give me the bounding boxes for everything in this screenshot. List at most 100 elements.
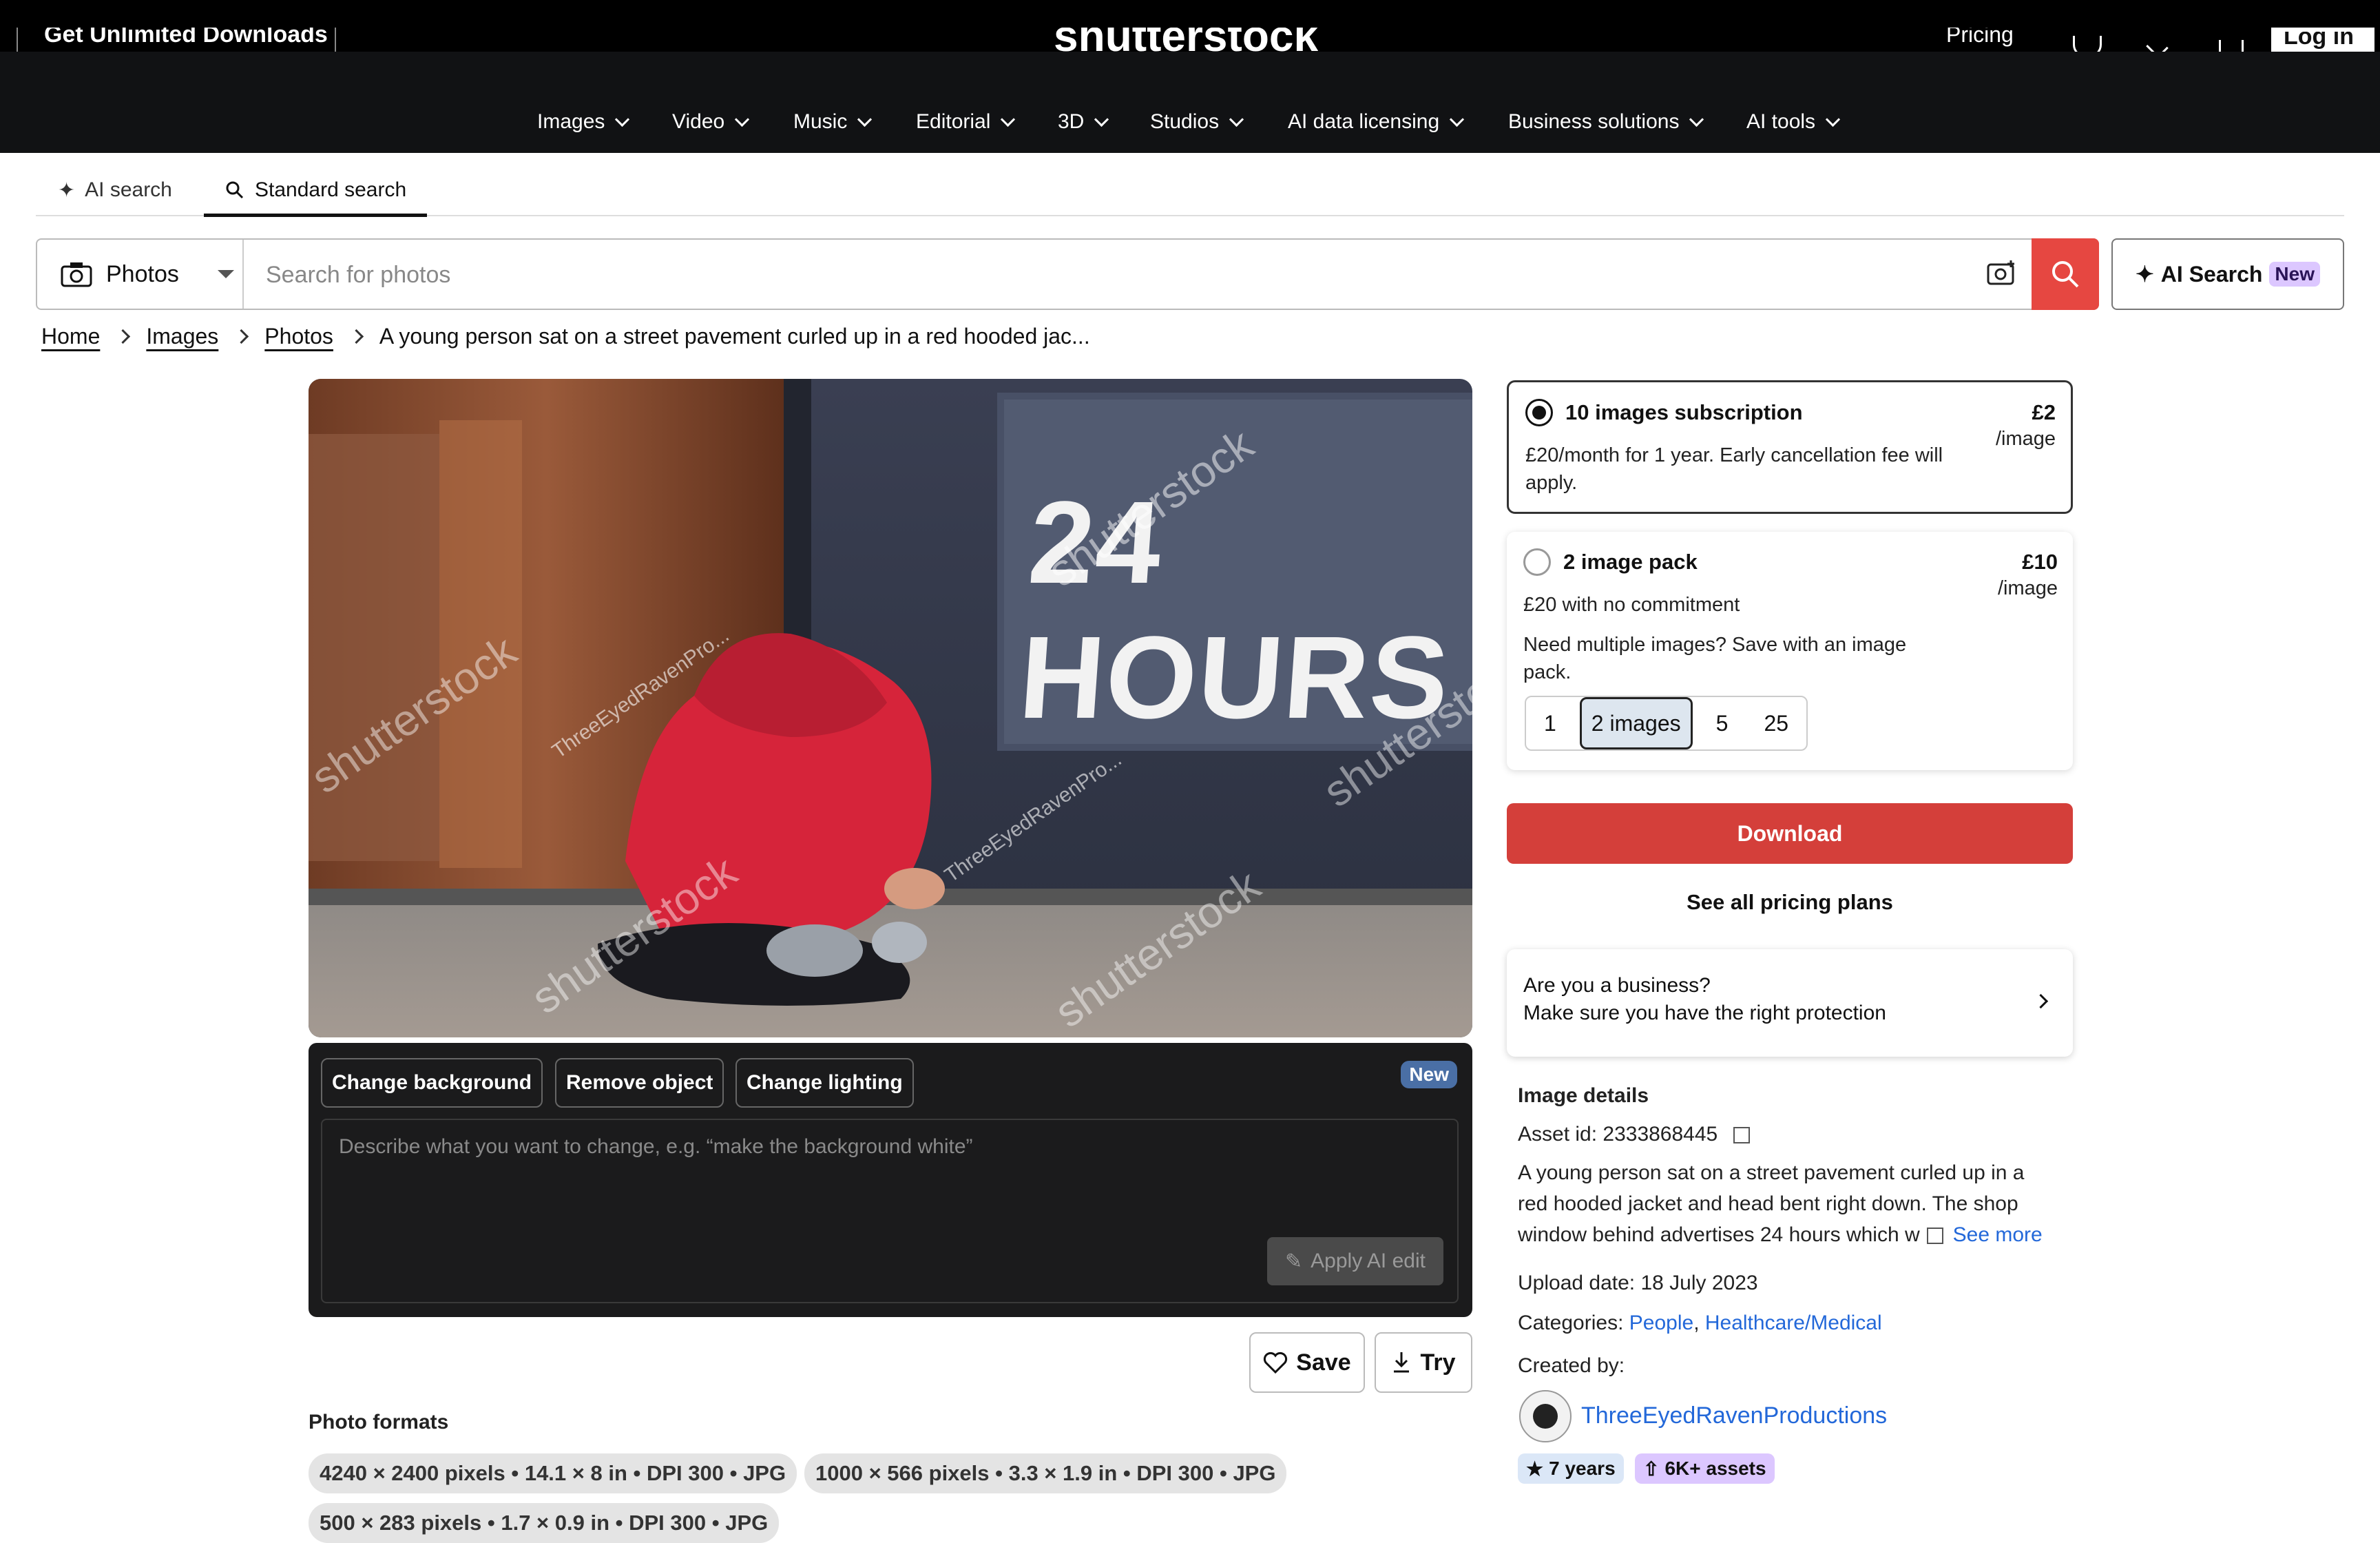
see-more-link[interactable]: See more <box>1953 1223 2043 1246</box>
breadcrumb: Home Images Photos A young person sat on… <box>41 324 1090 349</box>
breadcrumb-images[interactable]: Images <box>146 324 218 349</box>
change-lighting-chip[interactable]: Change lighting <box>735 1058 914 1108</box>
category-link[interactable]: Healthcare/Medical <box>1705 1312 1882 1334</box>
download-button[interactable]: Download <box>1507 803 2073 864</box>
sparkle-icon: ✦ <box>2135 262 2154 287</box>
nav-label: Video <box>672 110 725 133</box>
pencil-icon: ✎ <box>1285 1250 1303 1273</box>
sparkle-icon: ✦ <box>58 178 76 202</box>
nav-studios[interactable]: Studios <box>1150 110 1244 134</box>
get-unlimited-label: Get Unlimited Downloads <box>44 28 328 48</box>
remove-object-chip[interactable]: Remove object <box>555 1058 724 1108</box>
pricing-link[interactable]: Pricing <box>1946 28 2014 55</box>
breadcrumb-photos[interactable]: Photos <box>264 324 333 349</box>
nav-images[interactable]: Images <box>537 110 630 134</box>
image-description: A young person sat on a street pavement … <box>1518 1157 2069 1250</box>
nav-video[interactable]: Video <box>672 110 750 134</box>
desc-line: A young person sat on a street pavement … <box>1518 1161 2025 1184</box>
copy-icon[interactable] <box>1733 1127 1750 1144</box>
media-type-label: Photos <box>106 260 179 287</box>
radio-selected[interactable] <box>1525 399 1553 426</box>
new-badge: New <box>1401 1061 1457 1088</box>
nav-ai-tools[interactable]: AI tools <box>1746 110 1841 134</box>
chevron-down-icon <box>1450 112 1465 127</box>
tip-line: pack. <box>1523 661 1572 683</box>
nav-label: 3D <box>1058 110 1085 133</box>
nav-ai-data-licensing[interactable]: AI data licensing <box>1288 110 1465 134</box>
pack-size-option-selected[interactable]: 2 images <box>1579 697 1693 749</box>
subscription-option[interactable]: 10 images subscription £2 /image £20/mon… <box>1507 380 2073 514</box>
business-line: Make sure you have the right protection <box>1523 1002 1886 1024</box>
pack-size-selector: 1 2 images 5 25 <box>1525 696 1808 751</box>
asset-id: Asset id: 2333868445 <box>1518 1123 1750 1146</box>
chevron-right-icon <box>2033 993 2049 1009</box>
chevron-right-icon <box>116 329 131 344</box>
desc-line: window behind advertises 24 hours which … <box>1518 1223 1920 1246</box>
media-type-dropdown[interactable]: Photos <box>37 240 244 309</box>
tip-line: Need multiple images? Save with an image <box>1523 634 1907 656</box>
apply-ai-edit-button[interactable]: ✎ Apply AI edit <box>1267 1237 1443 1285</box>
tab-label: Standard search <box>255 178 407 201</box>
nav-business-solutions[interactable]: Business solutions <box>1508 110 1704 134</box>
chevron-down-icon <box>735 112 750 127</box>
chevron-right-icon <box>234 329 249 344</box>
save-button[interactable]: Save <box>1249 1332 1365 1393</box>
image-pack-option[interactable]: 2 image pack £10 /image £20 with no comm… <box>1507 532 2073 770</box>
chevron-down-icon <box>1689 112 1704 127</box>
search-icon <box>226 181 244 199</box>
creator-link[interactable]: ThreeEyedRavenProductions <box>1581 1402 1887 1429</box>
try-button[interactable]: Try <box>1375 1332 1472 1393</box>
search-bar: Photos <box>36 238 2099 310</box>
search-input[interactable] <box>264 255 1989 295</box>
nav-label: Images <box>537 110 605 133</box>
nav-editorial[interactable]: Editorial <box>916 110 1016 134</box>
pack-size-option[interactable]: 5 <box>1698 711 1746 736</box>
pack-size-option[interactable]: 1 <box>1526 711 1574 736</box>
desc-line: £20/month for 1 year. Early cancellation… <box>1525 444 1943 466</box>
created-by-label: Created by: <box>1518 1354 1625 1377</box>
ai-search-button[interactable]: ✦ AI Search New <box>2111 238 2344 310</box>
try-label: Try <box>1420 1349 1456 1376</box>
image-search-icon[interactable] <box>1986 259 2016 287</box>
download-icon <box>1394 1352 1410 1373</box>
business-line: Are you a business? <box>1523 974 1711 997</box>
nav-music[interactable]: Music <box>793 110 873 134</box>
categories-label: Categories: <box>1518 1312 1624 1334</box>
format-option[interactable]: 4240 × 2400 pixels • 14.1 × 8 in • DPI 3… <box>309 1453 797 1493</box>
upload-date: Upload date: 18 July 2023 <box>1518 1272 1758 1294</box>
option-price: £2 <box>2032 400 2056 424</box>
see-all-pricing-link[interactable]: See all pricing plans <box>1507 890 2073 915</box>
tab-ai-search[interactable]: ✦ AI search <box>58 167 172 214</box>
window-sign-text: 24 HOURS <box>1015 477 1454 743</box>
option-desc: £20 with no commitment <box>1523 594 1740 616</box>
change-background-chip[interactable]: Change background <box>321 1058 543 1108</box>
nav-3d[interactable]: 3D <box>1058 110 1109 134</box>
option-title: 2 image pack <box>1563 550 1698 574</box>
star-icon: ★ <box>1526 1458 1544 1480</box>
desc-line: red hooded jacket and head bent right do… <box>1518 1192 2018 1215</box>
tab-label: AI search <box>85 178 172 201</box>
tab-standard-search[interactable]: Standard search <box>204 167 428 217</box>
chevron-down-icon <box>857 112 873 127</box>
business-card[interactable]: Are you a business? Make sure you have t… <box>1507 949 2073 1057</box>
nav-label: AI data licensing <box>1288 110 1440 133</box>
category-link[interactable]: People <box>1629 1312 1693 1334</box>
ai-edit-panel: Change background Remove object Change l… <box>309 1043 1472 1317</box>
radio-unselected[interactable] <box>1523 548 1551 576</box>
creator-avatar[interactable] <box>1519 1390 1572 1442</box>
assets-label: 6K+ assets <box>1664 1458 1766 1479</box>
format-option[interactable]: 500 × 283 pixels • 1.7 × 0.9 in • DPI 30… <box>309 1503 780 1543</box>
camera-icon <box>61 262 92 287</box>
option-title: 10 images subscription <box>1565 400 1803 424</box>
chevron-down-icon <box>615 112 630 127</box>
search-mode-tabs: ✦ AI search Standard search <box>36 153 2344 217</box>
copy-icon[interactable] <box>1926 1228 1943 1245</box>
breadcrumb-home[interactable]: Home <box>41 324 100 349</box>
categories: Categories: People, Healthcare/Medical <box>1518 1312 1882 1334</box>
chevron-down-icon <box>1825 112 1841 127</box>
option-per: /image <box>1995 428 2056 450</box>
format-option[interactable]: 1000 × 566 pixels • 3.3 × 1.9 in • DPI 3… <box>804 1453 1287 1493</box>
search-submit-button[interactable] <box>2032 238 2099 310</box>
pack-size-option[interactable]: 25 <box>1746 711 1806 736</box>
preview-image[interactable]: 24 HOURS shutterstock shutterstock shutt… <box>309 379 1472 1037</box>
